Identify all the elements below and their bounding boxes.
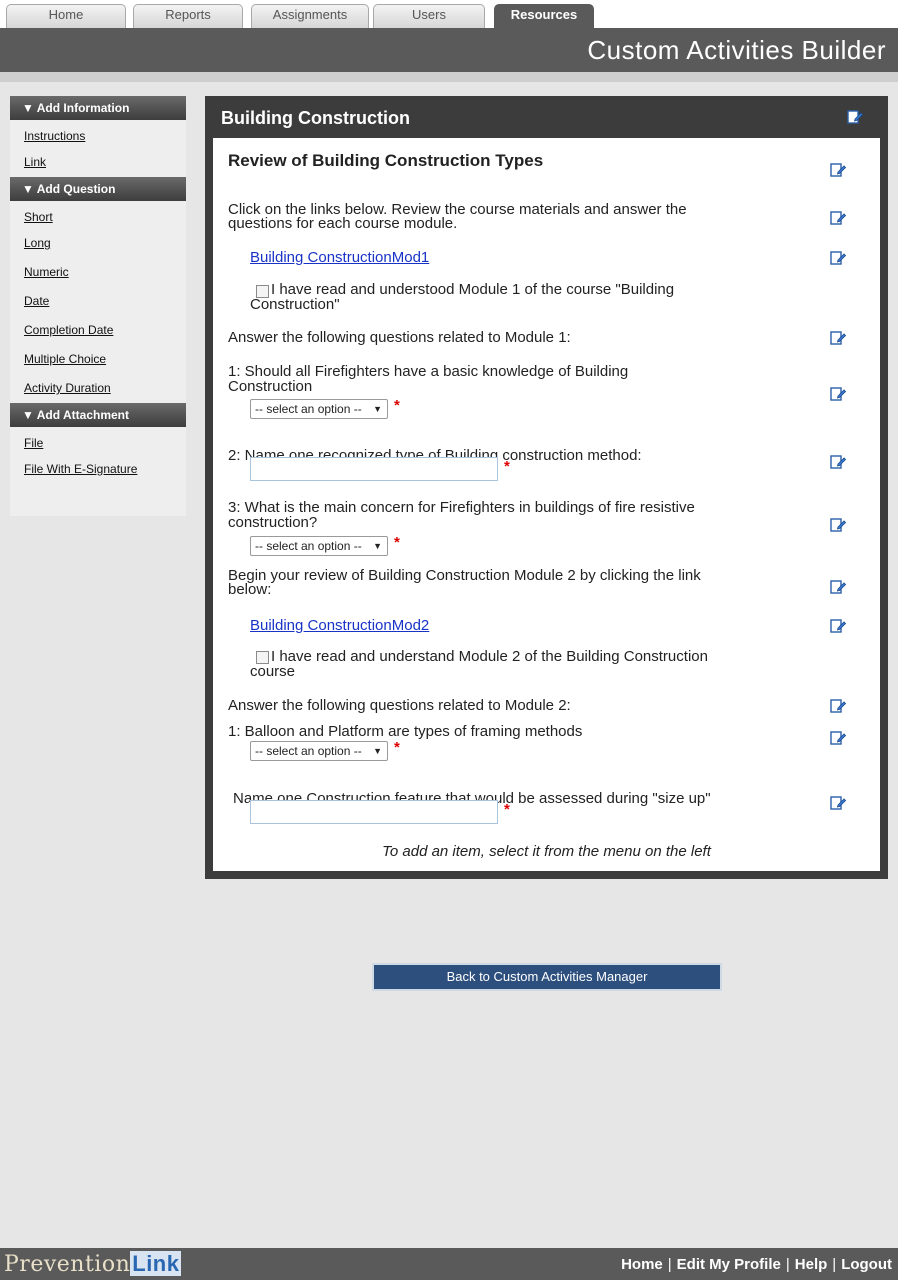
back-to-manager-button[interactable]: Back to Custom Activities Manager xyxy=(372,963,722,991)
sidebar: ▼ Add Information Instructions Link ▼ Ad… xyxy=(10,96,186,516)
separator: | xyxy=(785,1256,790,1273)
tab-bar: Home Reports Assignments Users Resources xyxy=(0,0,898,28)
sidebar-item-file[interactable]: File xyxy=(10,427,186,455)
sidebar-section-add-question[interactable]: ▼ Add Question xyxy=(10,177,186,201)
footer-link-home[interactable]: Home xyxy=(621,1256,663,1273)
footer-nav: Home | Edit My Profile | Help | Logout xyxy=(621,1256,892,1273)
footer-link-help[interactable]: Help xyxy=(795,1256,828,1273)
sidebar-item-short[interactable]: Short xyxy=(10,201,186,229)
tab-reports[interactable]: Reports xyxy=(133,4,243,28)
sidebar-item-completion-date[interactable]: Completion Date xyxy=(10,316,186,345)
sidebar-section-add-information[interactable]: ▼ Add Information xyxy=(10,96,186,120)
tab-resources[interactable]: Resources xyxy=(494,4,594,28)
sidebar-item-numeric[interactable]: Numeric xyxy=(10,258,186,287)
sidebar-item-link[interactable]: Link xyxy=(10,148,186,177)
footer-link-edit-profile[interactable]: Edit My Profile xyxy=(677,1256,781,1273)
sidebar-section-add-attachment[interactable]: ▼ Add Attachment xyxy=(10,403,186,427)
sidebar-item-date[interactable]: Date xyxy=(10,287,186,316)
tab-home[interactable]: Home xyxy=(6,4,126,28)
sidebar-item-activity-duration[interactable]: Activity Duration xyxy=(10,374,186,403)
tab-assignments[interactable]: Assignments xyxy=(251,4,369,28)
panel-title: Building Construction xyxy=(221,108,410,128)
sidebar-item-long[interactable]: Long xyxy=(10,229,186,258)
header-subband xyxy=(0,72,898,82)
prevention-link-logo: PreventionLink xyxy=(4,1251,182,1277)
sidebar-item-instructions[interactable]: Instructions xyxy=(10,120,186,148)
header-band: Custom Activities Builder xyxy=(0,28,898,72)
edit-icon[interactable] xyxy=(847,109,863,125)
tab-users[interactable]: Users xyxy=(373,4,485,28)
edit-icon[interactable] xyxy=(830,883,846,899)
separator: | xyxy=(667,1256,672,1273)
separator: | xyxy=(832,1256,837,1273)
footer-link-logout[interactable]: Logout xyxy=(841,1256,892,1273)
sidebar-item-file-with-e-signature[interactable]: File With E-Signature xyxy=(10,455,186,484)
panel-lower-content xyxy=(213,138,880,871)
footer: PreventionLink Home | Edit My Profile | Help… xyxy=(0,1248,898,1280)
page-title: Custom Activities Builder xyxy=(587,35,886,65)
sidebar-item-multiple-choice[interactable]: Multiple Choice xyxy=(10,345,186,374)
